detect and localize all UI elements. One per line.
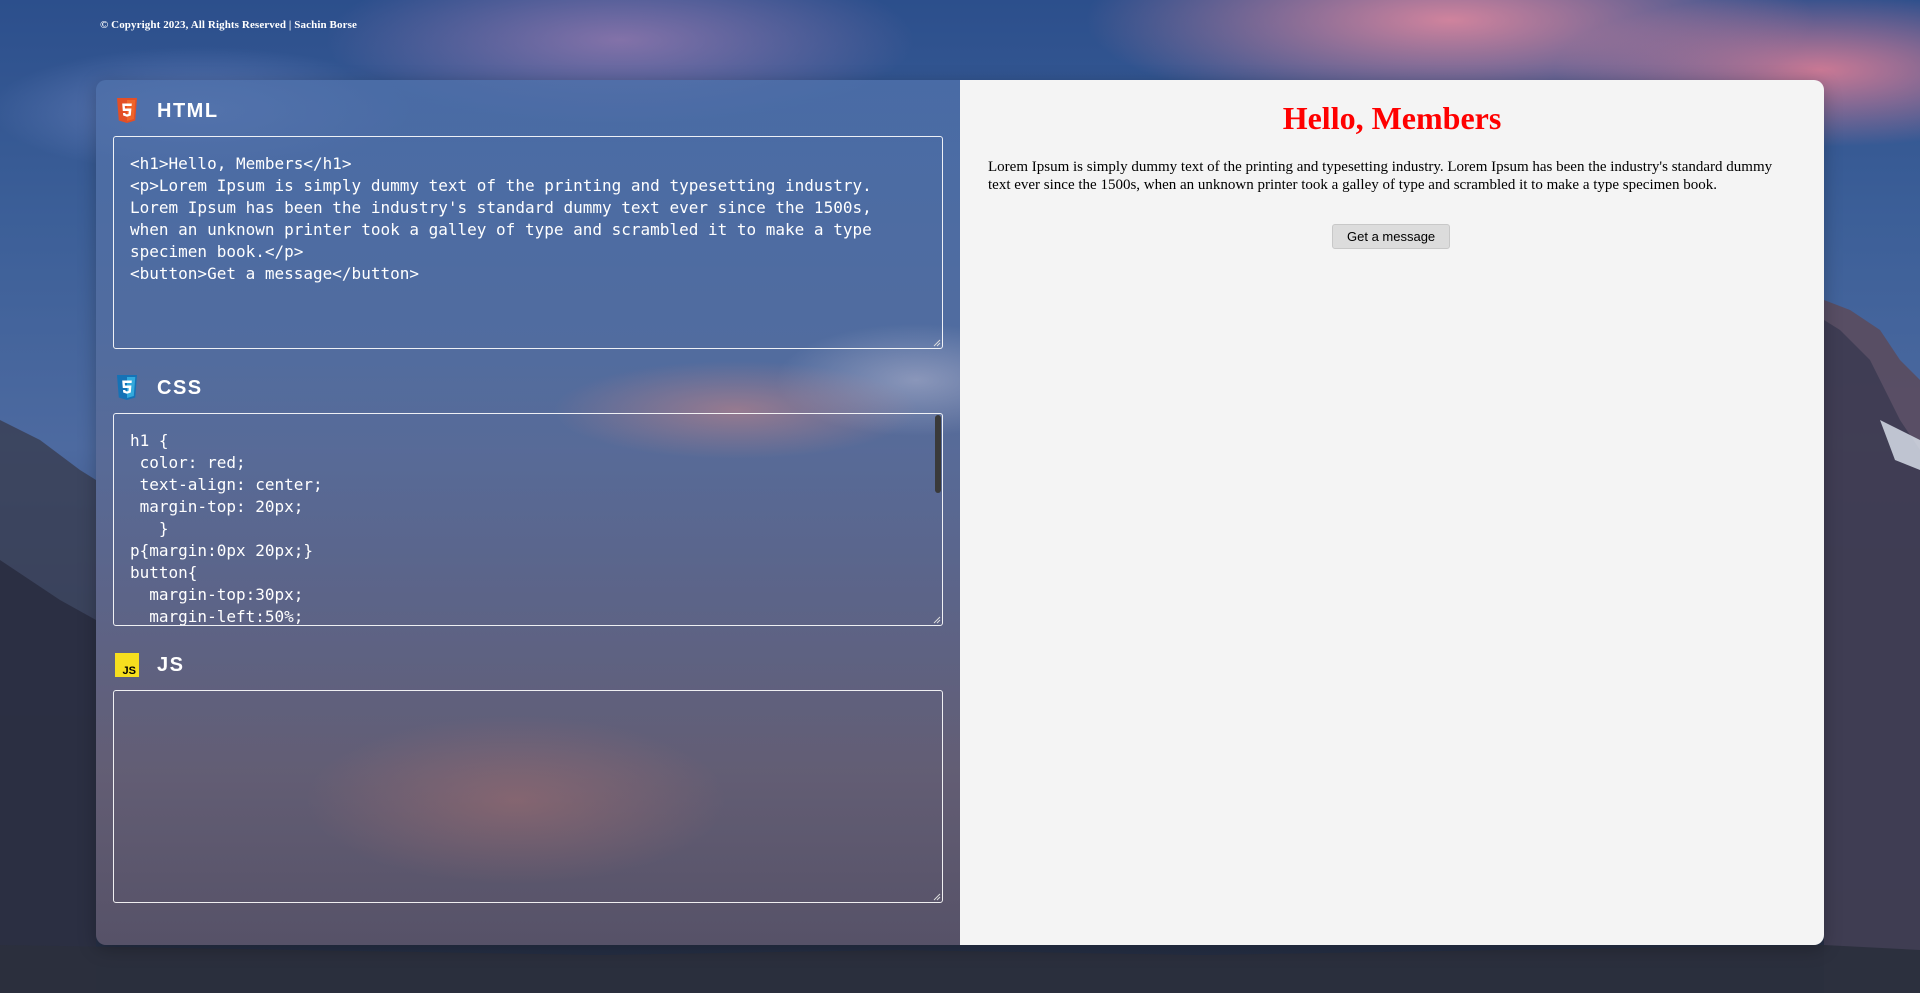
resize-handle-icon[interactable] — [933, 339, 941, 347]
js-code-text — [114, 691, 942, 723]
html-code-text: <h1>Hello, Members</h1> <p>Lorem Ipsum i… — [130, 154, 872, 283]
js-editor-section: JS JS — [113, 650, 943, 903]
html5-icon — [117, 98, 137, 123]
preview-pane: Hello, Members Lorem Ipsum is simply dum… — [960, 80, 1824, 945]
css-editor-section: CSS h1 { color: red; text-align: center;… — [113, 373, 943, 626]
js-editor-title: JS — [157, 653, 185, 676]
code-playground: HTML <h1>Hello, Members</h1> <p>Lorem Ip… — [96, 80, 1824, 945]
resize-handle-icon[interactable] — [933, 893, 941, 901]
html-code-input[interactable]: <h1>Hello, Members</h1> <p>Lorem Ipsum i… — [113, 136, 943, 349]
html-editor-header: HTML — [113, 96, 943, 126]
javascript-icon: JS — [115, 653, 139, 677]
resize-handle-icon[interactable] — [933, 616, 941, 624]
js-code-input[interactable] — [113, 690, 943, 903]
css-code-input[interactable]: h1 { color: red; text-align: center; mar… — [113, 413, 943, 626]
css-editor-title: CSS — [157, 376, 203, 399]
css-editor-scrollbar[interactable] — [935, 415, 941, 493]
javascript-icon-label: JS — [123, 665, 136, 677]
html-editor-section: HTML <h1>Hello, Members</h1> <p>Lorem Ip… — [113, 96, 943, 349]
preview-paragraph: Lorem Ipsum is simply dummy text of the … — [988, 159, 1773, 193]
css3-icon — [117, 375, 137, 400]
copyright-text: © Copyright 2023, All Rights Reserved | … — [100, 19, 357, 31]
css-editor-header: CSS — [113, 373, 943, 403]
css-code-text: h1 { color: red; text-align: center; mar… — [130, 431, 323, 626]
preview-heading: Hello, Members — [1282, 100, 1502, 136]
js-editor-header: JS JS — [113, 650, 943, 680]
get-message-button[interactable]: Get a message — [1332, 224, 1451, 249]
html-editor-title: HTML — [157, 99, 219, 122]
editor-pane: HTML <h1>Hello, Members</h1> <p>Lorem Ip… — [96, 80, 960, 945]
